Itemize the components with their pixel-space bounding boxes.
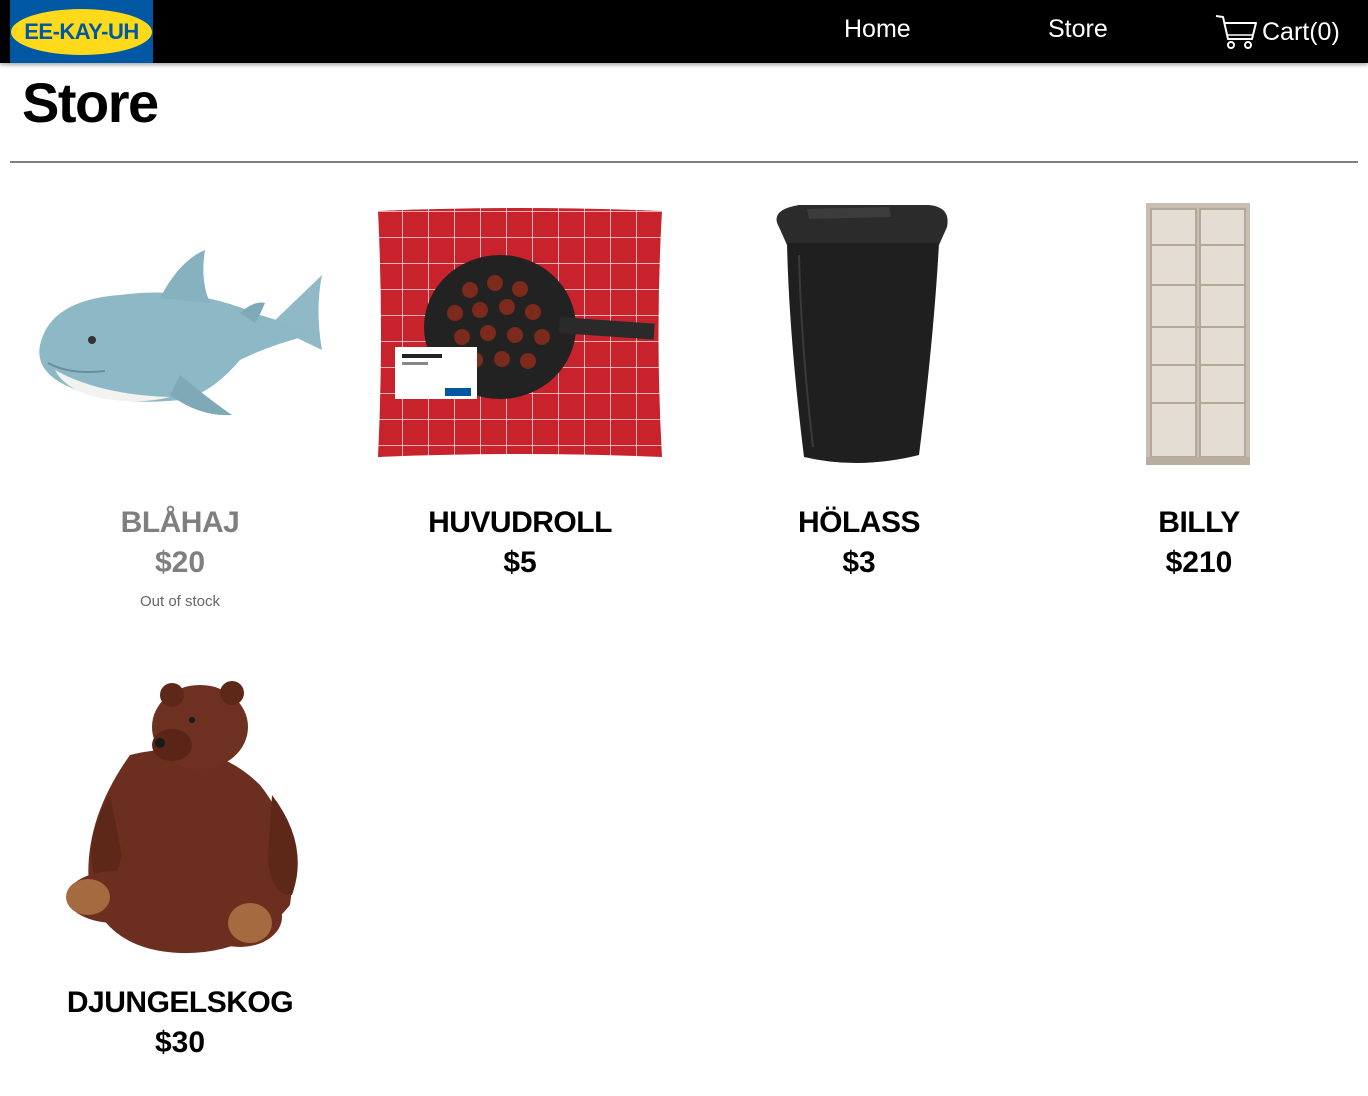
shark-plush-image	[39, 250, 322, 416]
page-title: Store	[22, 71, 159, 134]
shopping-cart-icon	[1215, 15, 1257, 49]
glass-door-bookcase-image	[1146, 203, 1250, 465]
product-name: HUVUDROLL	[428, 506, 612, 539]
product-card-djungelskog[interactable]: DJUNGELSKOG $30	[10, 665, 350, 1059]
product-info: BILLY $210	[1029, 503, 1368, 583]
product-name: BLÅHAJ	[120, 506, 240, 539]
product-info: BLÅHAJ $20 Out of stock	[10, 503, 350, 610]
trash-bin-image	[776, 205, 948, 464]
product-card-huvudroll[interactable]: HUVUDROLL $5	[350, 185, 690, 579]
product-price: $5	[503, 546, 537, 579]
product-price: $3	[842, 546, 876, 579]
product-image-bookcase[interactable]	[1029, 185, 1368, 485]
cart-label: Cart(0)	[1262, 17, 1340, 46]
product-card-billy[interactable]: BILLY $210	[1029, 185, 1368, 579]
product-name: DJUNGELSKOG	[66, 986, 294, 1019]
product-name: BILLY	[1158, 506, 1240, 539]
product-card-blahaj[interactable]: BLÅHAJ $20 Out of stock	[10, 185, 350, 610]
divider	[10, 161, 1358, 163]
logo-text: EE-KAY-UH	[24, 19, 139, 44]
product-price: $30	[154, 1026, 206, 1059]
product-info: DJUNGELSKOG $30	[10, 983, 350, 1063]
product-image-bear[interactable]	[10, 665, 350, 965]
product-info: HUVUDROLL $5	[350, 503, 690, 583]
product-image-trash-bin[interactable]	[689, 185, 1029, 485]
logo-oval: EE-KAY-UH	[11, 9, 152, 55]
product-price: $210	[1165, 546, 1233, 579]
product-name: HÖLASS	[797, 506, 921, 539]
logo[interactable]: EE-KAY-UH	[10, 0, 153, 63]
product-image-meatballs[interactable]	[350, 185, 690, 485]
nav-link-store[interactable]: Store	[1048, 15, 1108, 44]
product-card-holass[interactable]: HÖLASS $3	[689, 185, 1029, 579]
cart-button[interactable]: Cart(0)	[1214, 12, 1340, 52]
bear-plush-image	[66, 681, 298, 954]
stock-status: Out of stock	[139, 593, 221, 610]
product-price: $20	[154, 546, 206, 579]
product-image-shark[interactable]	[10, 185, 350, 485]
nav-link-home[interactable]: Home	[844, 15, 911, 44]
meatballs-package-image	[378, 208, 662, 457]
product-info: HÖLASS $3	[689, 503, 1029, 583]
navbar: EE-KAY-UH Home Store Cart(0)	[0, 0, 1368, 63]
